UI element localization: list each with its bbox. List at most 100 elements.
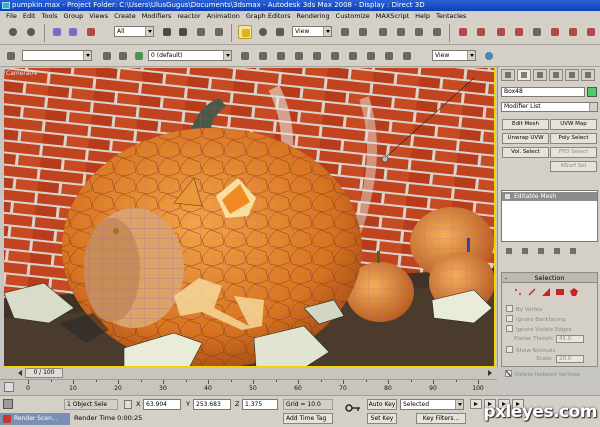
curve-editor-icon[interactable] bbox=[512, 25, 526, 39]
viewport-label[interactable]: Camera04 bbox=[6, 70, 37, 77]
menu-animation[interactable]: Animation bbox=[204, 11, 243, 21]
layer-visibility-icon[interactable] bbox=[132, 49, 146, 63]
x-coordinate-field[interactable]: 63.904 bbox=[143, 399, 181, 410]
reactor-tool-icon[interactable] bbox=[400, 49, 414, 63]
layer-dropdown[interactable]: 0 (default) bbox=[148, 50, 232, 61]
mini-curve-editor-icon[interactable] bbox=[4, 382, 14, 392]
layer-icon[interactable] bbox=[100, 49, 114, 63]
percent-snap-icon[interactable] bbox=[412, 25, 426, 39]
show-normals-checkbox[interactable]: Show Normals bbox=[506, 346, 555, 354]
spinner-snap-icon[interactable] bbox=[430, 25, 444, 39]
previous-frame-icon[interactable] bbox=[14, 369, 22, 377]
set-current-layer-icon[interactable] bbox=[292, 49, 306, 63]
undo-icon[interactable] bbox=[6, 25, 20, 39]
unlink-icon[interactable] bbox=[66, 25, 80, 39]
set-key-button[interactable]: Set Key bbox=[367, 413, 397, 424]
pivot-center-icon[interactable] bbox=[338, 25, 352, 39]
render-setup-icon[interactable] bbox=[566, 25, 580, 39]
vol-select-button[interactable]: Vol. Select bbox=[502, 147, 549, 158]
utilities-tab-icon[interactable] bbox=[581, 69, 595, 81]
rollout-header[interactable]: - Selection bbox=[502, 273, 597, 283]
stack-item-editable-mesh[interactable]: Editable Mesh bbox=[502, 192, 597, 201]
redo-icon[interactable] bbox=[24, 25, 38, 39]
make-unique-icon[interactable] bbox=[536, 247, 546, 256]
face-icon[interactable] bbox=[542, 288, 550, 296]
layer-manager-icon[interactable] bbox=[494, 25, 508, 39]
menu-graph-editors[interactable]: Graph Editors bbox=[243, 11, 294, 21]
mirror-icon[interactable] bbox=[456, 25, 470, 39]
bind-spacewarp-icon[interactable] bbox=[84, 25, 98, 39]
select-move-icon[interactable] bbox=[238, 25, 252, 39]
scale-spinner[interactable]: 20.0 bbox=[556, 355, 584, 363]
hierarchy-tab-icon[interactable] bbox=[533, 69, 547, 81]
motion-tab-icon[interactable] bbox=[549, 69, 563, 81]
polygon-icon[interactable] bbox=[556, 288, 564, 296]
add-to-layer-icon[interactable] bbox=[256, 49, 270, 63]
ffd-select-button[interactable]: FFD Select bbox=[550, 147, 597, 158]
manipulate-icon[interactable] bbox=[356, 25, 370, 39]
element-icon[interactable] bbox=[570, 288, 578, 296]
material-editor-icon[interactable] bbox=[548, 25, 562, 39]
key-mode-dropdown[interactable]: Selected bbox=[400, 399, 464, 410]
nsurf-sel-button[interactable]: NSurf Sel bbox=[550, 161, 597, 172]
reactor-tool-icon[interactable] bbox=[328, 49, 342, 63]
menu-group[interactable]: Group bbox=[61, 11, 87, 21]
menu-tools[interactable]: Tools bbox=[38, 11, 60, 21]
reference-coord-dropdown[interactable]: View bbox=[292, 26, 332, 37]
by-vertex-checkbox[interactable]: By Vertex bbox=[506, 305, 542, 313]
reactor-tool-icon[interactable] bbox=[346, 49, 360, 63]
layer-properties-icon[interactable] bbox=[116, 49, 130, 63]
render-teapot-icon[interactable] bbox=[482, 49, 496, 63]
key-filters-button[interactable]: Key Filters... bbox=[416, 413, 466, 424]
rect-selection-icon[interactable] bbox=[194, 25, 208, 39]
menu-create[interactable]: Create bbox=[111, 11, 139, 21]
key-icon[interactable] bbox=[345, 404, 361, 412]
maxscript-listener-icon[interactable] bbox=[3, 399, 13, 409]
unwrap-uvw-button[interactable]: Unwrap UVW bbox=[502, 133, 549, 144]
next-frame-icon[interactable] bbox=[486, 369, 494, 377]
pin-stack-icon[interactable] bbox=[504, 247, 514, 256]
menu-customize[interactable]: Customize bbox=[333, 11, 373, 21]
create-layer-icon[interactable] bbox=[238, 49, 252, 63]
menu-tentacles[interactable]: Tentacles bbox=[433, 11, 469, 21]
z-coordinate-field[interactable]: 1.375 bbox=[242, 399, 278, 410]
time-slider[interactable]: 0 / 100 bbox=[0, 367, 497, 379]
menu-modifiers[interactable]: Modifiers bbox=[139, 11, 175, 21]
align-icon[interactable] bbox=[474, 25, 488, 39]
planar-thresh-spinner[interactable]: 45.0 bbox=[556, 335, 584, 343]
configure-sets-icon[interactable] bbox=[568, 247, 578, 256]
delete-isolated-vertices-checkbox[interactable]: Delete Isolated Vertices bbox=[505, 370, 580, 378]
lock-selection-icon[interactable] bbox=[124, 400, 132, 409]
named-selection-dropdown[interactable] bbox=[22, 50, 92, 61]
menu-reactor[interactable]: reactor bbox=[174, 11, 203, 21]
display-tab-icon[interactable] bbox=[565, 69, 579, 81]
time-slider-thumb[interactable]: 0 / 100 bbox=[25, 368, 63, 378]
remove-modifier-icon[interactable] bbox=[552, 247, 562, 256]
select-layer-objects-icon[interactable] bbox=[274, 49, 288, 63]
reactor-icon[interactable] bbox=[310, 49, 324, 63]
add-time-tag-button[interactable]: Add Time Tag bbox=[283, 413, 333, 424]
menu-views[interactable]: Views bbox=[86, 11, 111, 21]
selection-filter-dropdown[interactable]: All bbox=[114, 26, 154, 37]
object-name-field[interactable]: Box48 bbox=[501, 87, 585, 97]
render-task-button[interactable]: Render Scen... bbox=[0, 413, 70, 425]
angle-snap-icon[interactable] bbox=[394, 25, 408, 39]
vertex-icon[interactable] bbox=[514, 288, 522, 296]
modify-tab-icon[interactable] bbox=[517, 69, 531, 81]
ignore-backfacing-checkbox[interactable]: Ignore Backfacing bbox=[506, 315, 565, 323]
menu-maxscript[interactable]: MAXScript bbox=[373, 11, 412, 21]
select-object-icon[interactable] bbox=[160, 25, 174, 39]
track-bar[interactable]: 0 10 20 30 40 50 60 70 80 90 100 bbox=[0, 379, 497, 395]
select-by-name-icon[interactable] bbox=[176, 25, 190, 39]
ignore-visible-edges-checkbox[interactable]: Ignore Visible Edges bbox=[506, 325, 572, 333]
uvw-map-button[interactable]: UVW Map bbox=[550, 119, 597, 130]
menu-rendering[interactable]: Rendering bbox=[293, 11, 332, 21]
named-selection-icon[interactable] bbox=[4, 49, 18, 63]
camera-viewport[interactable]: Camera04 bbox=[3, 67, 495, 367]
edit-mesh-button[interactable]: Edit Mesh bbox=[502, 119, 549, 130]
menu-help[interactable]: Help bbox=[412, 11, 433, 21]
menu-edit[interactable]: Edit bbox=[20, 11, 39, 21]
reactor-tool-icon[interactable] bbox=[382, 49, 396, 63]
go-to-start-icon[interactable] bbox=[470, 399, 482, 409]
window-crossing-icon[interactable] bbox=[212, 25, 226, 39]
